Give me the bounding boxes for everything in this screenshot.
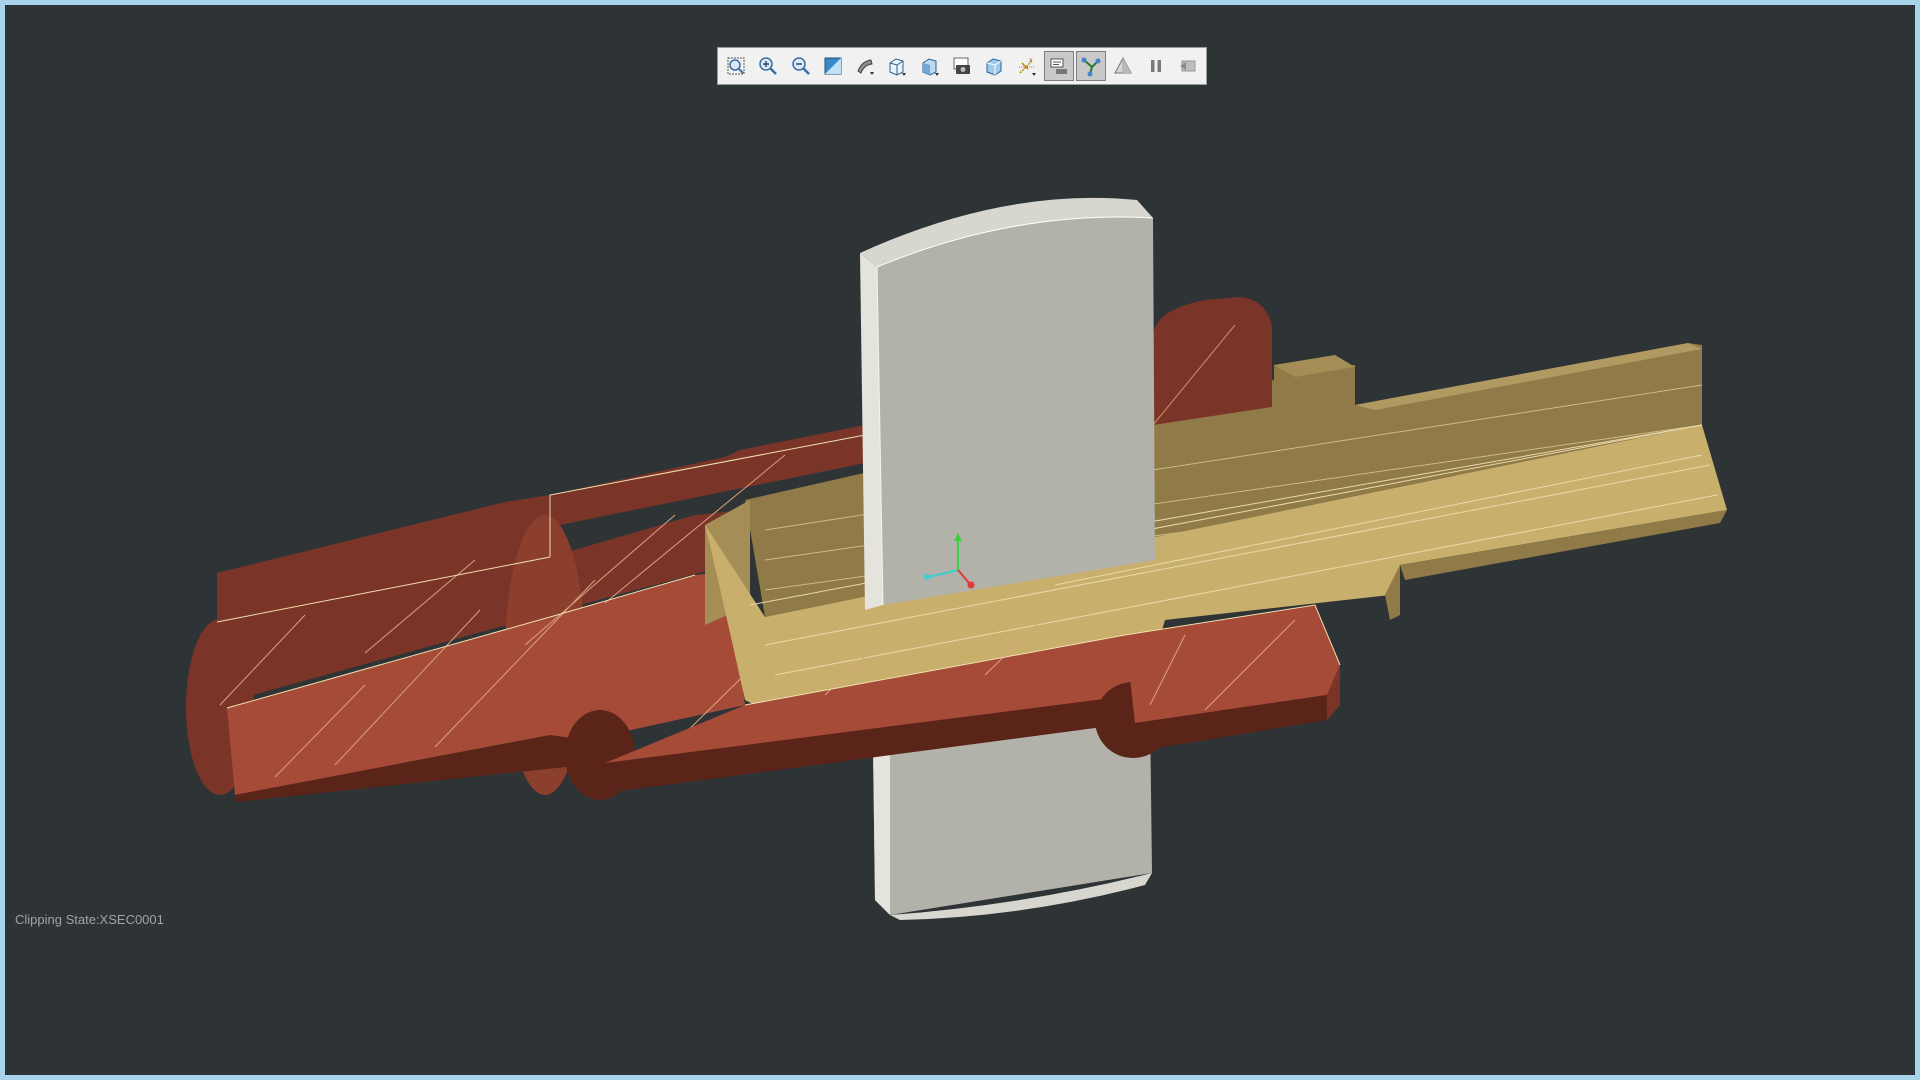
3d-viewport[interactable]: x Clipping State:XSEC0001 [5,5,1915,1075]
zoom-out-icon [791,57,810,75]
annotation-display-button[interactable] [1043,51,1074,81]
display-style-icon [857,59,875,75]
steel-plate [860,197,1155,920]
exit-icon [1179,60,1196,72]
zoom-out-button[interactable] [786,51,816,81]
exit-button[interactable] [1173,51,1203,81]
zoom-in-button[interactable] [753,51,783,81]
svg-text:x: x [1029,57,1033,64]
copper-sleeve-back [1152,297,1272,426]
saved-views-button[interactable] [883,51,913,81]
view-manager-button[interactable] [915,51,945,81]
refit-icon [824,57,842,75]
clipping-icon [1081,57,1101,77]
cube-view-icon [889,58,907,76]
clipping-button[interactable] [1076,51,1106,81]
zoom-fit-icon [727,57,745,75]
datum-icon: x [1018,57,1036,76]
display-style-button[interactable] [850,51,880,81]
zoom-in-icon [759,57,778,75]
camera-icon [953,57,970,74]
screenshot-button[interactable] [947,51,977,81]
annotation-display-icon [1050,58,1067,74]
spin-center-button[interactable] [979,51,1009,81]
view-manager-icon [922,58,939,76]
perspective-icon [1114,56,1133,74]
model-scene[interactable] [5,5,1915,1075]
zoom-fit-button[interactable] [721,51,751,81]
view-toolbar: x [717,47,1207,85]
datum-display-button[interactable]: x [1012,51,1042,81]
spin-cube-icon [986,58,1002,76]
clipping-state-label: Clipping State:XSEC0001 [15,912,164,927]
refit-button[interactable] [818,51,848,81]
pause-icon [1150,60,1161,72]
perspective-button[interactable] [1108,51,1138,81]
pause-button[interactable] [1141,51,1171,81]
